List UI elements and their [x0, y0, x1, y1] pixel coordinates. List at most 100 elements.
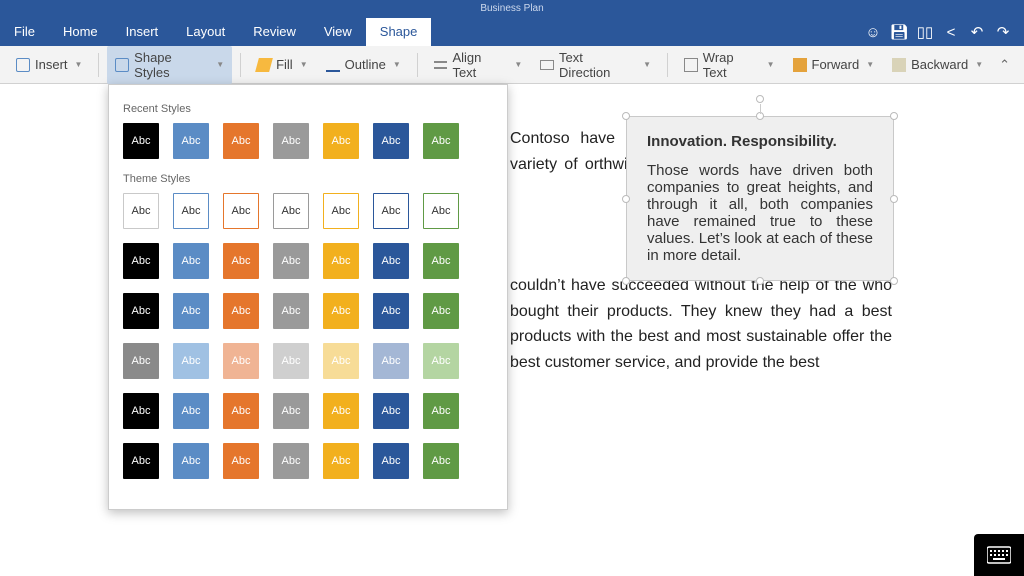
- style-swatch[interactable]: Abc: [373, 343, 409, 379]
- style-swatch[interactable]: Abc: [173, 443, 209, 479]
- chevron-down-icon: ▼: [643, 60, 651, 69]
- undo-icon[interactable]: ↶: [964, 23, 990, 41]
- style-swatch[interactable]: Abc: [273, 393, 309, 429]
- share-icon[interactable]: <: [938, 24, 964, 41]
- menu-insert[interactable]: Insert: [112, 18, 173, 46]
- resize-handle-mr[interactable]: [890, 195, 898, 203]
- menu-shape[interactable]: Shape: [366, 18, 432, 46]
- selected-text-shape[interactable]: Innovation. Responsibility. Those words …: [626, 116, 894, 281]
- style-swatch[interactable]: Abc: [223, 393, 259, 429]
- ribbon-outline[interactable]: Outline▼: [318, 53, 409, 76]
- theme-styles-row: Abc Abc Abc Abc Abc Abc Abc: [123, 243, 493, 279]
- menu-file[interactable]: File: [0, 18, 49, 46]
- style-swatch[interactable]: Abc: [223, 243, 259, 279]
- ribbon-wrap-text[interactable]: Wrap Text▼: [676, 46, 782, 84]
- style-swatch[interactable]: Abc: [173, 393, 209, 429]
- ribbon-shape-styles[interactable]: Shape Styles▼: [107, 46, 232, 84]
- style-swatch[interactable]: Abc: [223, 123, 259, 159]
- style-swatch[interactable]: Abc: [173, 293, 209, 329]
- ribbon-outline-label: Outline: [345, 57, 386, 72]
- style-swatch[interactable]: Abc: [423, 293, 459, 329]
- ribbon-backward[interactable]: Backward▼: [884, 53, 991, 76]
- menu-layout[interactable]: Layout: [172, 18, 239, 46]
- style-swatch[interactable]: Abc: [423, 443, 459, 479]
- resize-handle-bl[interactable]: [622, 277, 630, 285]
- shape-heading[interactable]: Innovation. Responsibility.: [647, 133, 873, 150]
- style-swatch[interactable]: Abc: [223, 193, 259, 229]
- ribbon-insert[interactable]: Insert ▼: [8, 53, 90, 76]
- shape-body[interactable]: Those words have driven both companies t…: [647, 162, 873, 264]
- ribbon-insert-label: Insert: [35, 57, 68, 72]
- keyboard-button[interactable]: [974, 534, 1024, 576]
- style-swatch[interactable]: Abc: [273, 193, 309, 229]
- ribbon-forward[interactable]: Forward▼: [785, 53, 883, 76]
- resize-handle-bm[interactable]: [756, 277, 764, 285]
- resize-handle-tl[interactable]: [622, 112, 630, 120]
- style-swatch[interactable]: Abc: [223, 443, 259, 479]
- shape-styles-icon: [115, 58, 129, 72]
- style-swatch[interactable]: Abc: [423, 243, 459, 279]
- style-swatch[interactable]: Abc: [373, 123, 409, 159]
- outline-icon: [326, 58, 340, 72]
- menu-home[interactable]: Home: [49, 18, 112, 46]
- style-swatch[interactable]: Abc: [373, 243, 409, 279]
- theme-styles-row: Abc Abc Abc Abc Abc Abc Abc: [123, 293, 493, 329]
- style-swatch[interactable]: Abc: [323, 393, 359, 429]
- style-swatch[interactable]: Abc: [123, 243, 159, 279]
- style-swatch[interactable]: Abc: [123, 293, 159, 329]
- save-icon[interactable]: 💾︎: [886, 23, 912, 41]
- wrap-text-icon: [684, 58, 698, 72]
- style-swatch[interactable]: Abc: [273, 243, 309, 279]
- ribbon-align-text[interactable]: Align Text▼: [426, 46, 531, 84]
- style-swatch[interactable]: Abc: [273, 293, 309, 329]
- style-swatch[interactable]: Abc: [323, 243, 359, 279]
- menubar: File Home Insert Layout Review View Shap…: [0, 18, 1024, 46]
- ribbon-text-direction[interactable]: Text Direction▼: [532, 46, 659, 84]
- style-swatch[interactable]: Abc: [123, 343, 159, 379]
- style-swatch[interactable]: Abc: [223, 293, 259, 329]
- ribbon-fill[interactable]: Fill▼: [249, 53, 316, 76]
- resize-handle-ml[interactable]: [622, 195, 630, 203]
- keyboard-icon: [987, 546, 1011, 564]
- style-swatch[interactable]: Abc: [173, 343, 209, 379]
- resize-handle-tr[interactable]: [890, 112, 898, 120]
- resize-handle-br[interactable]: [890, 277, 898, 285]
- style-swatch[interactable]: Abc: [323, 343, 359, 379]
- paragraph-2[interactable]: couldn’t have succeeded without the help…: [510, 273, 892, 375]
- style-swatch[interactable]: Abc: [123, 443, 159, 479]
- style-swatch[interactable]: Abc: [123, 123, 159, 159]
- style-swatch[interactable]: Abc: [423, 123, 459, 159]
- smiley-icon[interactable]: ☺: [860, 24, 886, 41]
- menu-review[interactable]: Review: [239, 18, 310, 46]
- titlebar-actions: ☺ 💾︎ ▯▯ < ↶ ↷: [860, 23, 1024, 41]
- ribbon-backward-label: Backward: [911, 57, 968, 72]
- style-swatch[interactable]: Abc: [323, 193, 359, 229]
- style-swatch[interactable]: Abc: [273, 443, 309, 479]
- style-swatch[interactable]: Abc: [373, 393, 409, 429]
- style-swatch[interactable]: Abc: [273, 123, 309, 159]
- ribbon-fill-label: Fill: [276, 57, 293, 72]
- style-swatch[interactable]: Abc: [423, 193, 459, 229]
- redo-icon[interactable]: ↷: [990, 23, 1016, 41]
- style-swatch[interactable]: Abc: [173, 193, 209, 229]
- style-swatch[interactable]: Abc: [173, 123, 209, 159]
- style-swatch[interactable]: Abc: [423, 343, 459, 379]
- ribbon-collapse-icon[interactable]: ⌃: [993, 57, 1016, 73]
- style-swatch[interactable]: Abc: [373, 443, 409, 479]
- style-swatch[interactable]: Abc: [323, 123, 359, 159]
- menu-view[interactable]: View: [310, 18, 366, 46]
- style-swatch[interactable]: Abc: [423, 393, 459, 429]
- style-swatch[interactable]: Abc: [123, 193, 159, 229]
- style-swatch[interactable]: Abc: [373, 193, 409, 229]
- style-swatch[interactable]: Abc: [323, 293, 359, 329]
- style-swatch[interactable]: Abc: [373, 293, 409, 329]
- style-swatch[interactable]: Abc: [173, 243, 209, 279]
- style-swatch[interactable]: Abc: [323, 443, 359, 479]
- rotate-handle[interactable]: [756, 95, 764, 103]
- backward-icon: [892, 58, 906, 72]
- style-swatch[interactable]: Abc: [273, 343, 309, 379]
- style-swatch[interactable]: Abc: [223, 343, 259, 379]
- style-swatch[interactable]: Abc: [123, 393, 159, 429]
- chevron-down-icon: ▼: [75, 60, 83, 69]
- read-icon[interactable]: ▯▯: [912, 23, 938, 41]
